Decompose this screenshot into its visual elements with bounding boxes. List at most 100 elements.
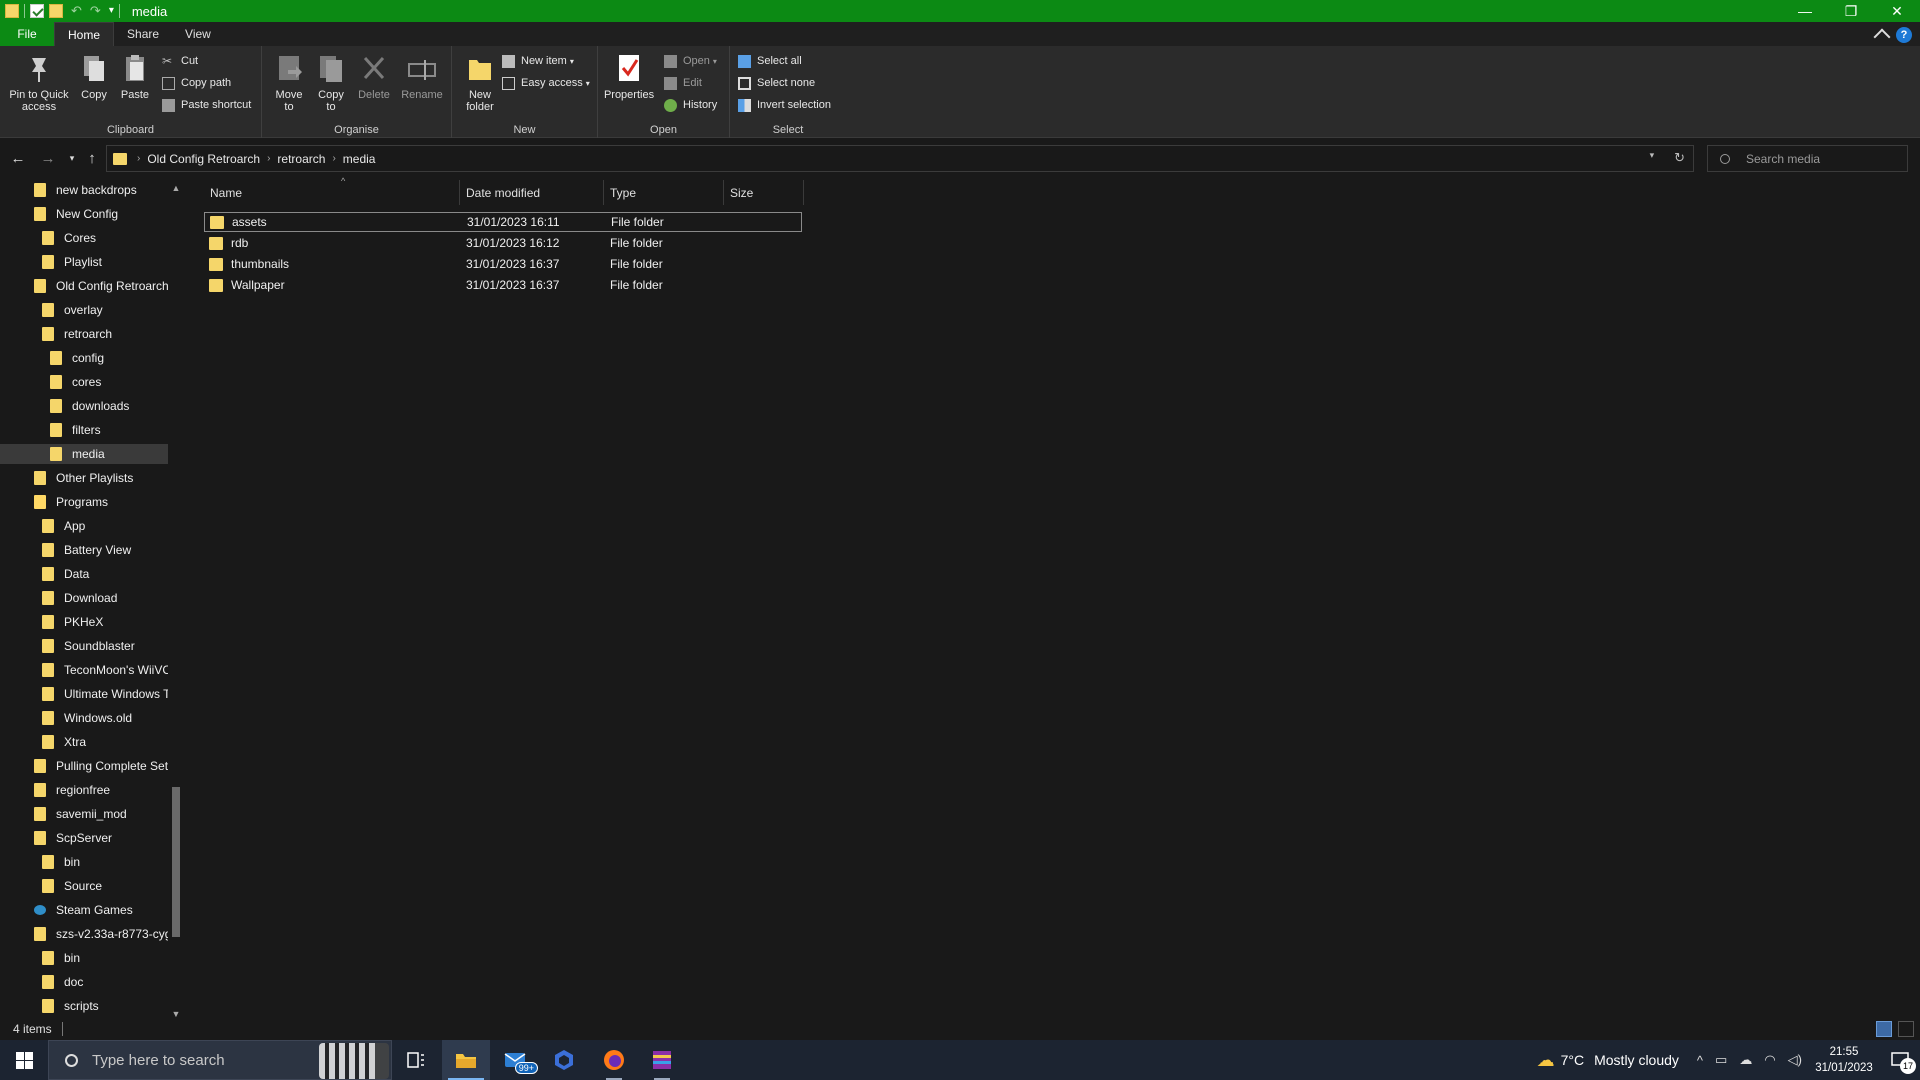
breadcrumb-separator[interactable]: › [133,153,144,164]
sidebar-item[interactable]: bin [0,948,168,968]
sidebar-item[interactable]: Xtra [0,732,168,752]
sidebar-item[interactable]: downloads [0,396,168,416]
large-icons-view-icon[interactable] [1898,1021,1914,1037]
column-size-header[interactable]: Size [724,180,804,205]
clock[interactable]: 21:55 31/01/2023 [1808,1044,1880,1076]
copy-to-button[interactable]: Copy to [314,52,348,113]
sidebar-item[interactable]: App [0,516,168,536]
sidebar-item[interactable]: ScpServer [0,828,168,848]
address-bar[interactable]: › Old Config Retroarch › retroarch › med… [106,145,1694,172]
new-folder-quick-icon[interactable] [49,4,63,18]
tab-view[interactable]: View [172,22,224,46]
sidebar-item[interactable]: retroarch [0,324,168,344]
sidebar-item[interactable]: savemii_mod [0,804,168,824]
sidebar-item[interactable]: Playlist [0,252,168,272]
move-to-button[interactable]: Move to [272,52,306,113]
sidebar-item[interactable]: Windows.old [0,708,168,728]
details-view-icon[interactable] [1876,1021,1892,1037]
tab-file[interactable]: File [0,22,54,46]
sidebar-item[interactable]: Programs [0,492,168,512]
network-icon[interactable]: ◠ [1764,1052,1775,1068]
volume-icon[interactable]: ◁) [1788,1052,1802,1068]
navigation-pane-scrollbar[interactable]: ▲ ▼ [169,183,183,1019]
sidebar-item[interactable]: doc [0,972,168,992]
tab-home[interactable]: Home [54,22,115,46]
forward-arrow-icon[interactable]: → [38,148,58,168]
copy-path-button[interactable]: Copy path [162,74,231,92]
breadcrumb-old-config-retroarch[interactable]: Old Config Retroarch [144,152,263,166]
copy-button[interactable]: Copy [78,52,110,101]
firefox-taskbar-icon[interactable] [590,1040,638,1080]
weather-description[interactable]: Mostly cloudy [1594,1052,1679,1068]
sidebar-item[interactable]: scripts [0,996,168,1016]
history-button[interactable]: History [664,96,717,114]
sidebar-item[interactable]: Data [0,564,168,584]
recent-locations-chevron-icon[interactable]: ▾ [62,148,82,168]
sidebar-item[interactable]: regionfree [0,780,168,800]
cut-button[interactable]: ✂ Cut [162,52,198,70]
action-center-button[interactable]: 17 [1880,1040,1920,1080]
easy-access-button[interactable]: Easy access ▾ [502,74,590,92]
sidebar-item[interactable]: Cores [0,228,168,248]
new-item-button[interactable]: New item ▾ [502,52,574,70]
sidebar-item[interactable]: media [0,444,168,464]
sidebar-item[interactable]: New Config [0,204,168,224]
undo-icon[interactable]: ↶ [71,4,82,18]
up-arrow-icon[interactable]: ↑ [82,148,102,168]
search-box[interactable] [1707,145,1908,172]
sidebar-item[interactable]: overlay [0,300,168,320]
file-row[interactable]: Wallpaper 31/01/2023 16:37 File folder [204,275,802,295]
sidebar-item[interactable]: PKHeX [0,612,168,632]
paste-shortcut-button[interactable]: Paste shortcut [162,96,251,114]
mail-taskbar-icon[interactable]: 99+ [492,1040,540,1080]
sidebar-item[interactable]: Other Playlists [0,468,168,488]
search-input[interactable] [1746,151,1896,166]
start-button[interactable] [0,1040,48,1080]
task-view-icon[interactable] [392,1040,440,1080]
tab-share[interactable]: Share [114,22,172,46]
winrar-taskbar-icon[interactable] [638,1040,686,1080]
sidebar-item[interactable]: Battery View [0,540,168,560]
sidebar-item[interactable]: filters [0,420,168,440]
sidebar-item[interactable]: cores [0,372,168,392]
breadcrumb-separator[interactable]: › [263,153,274,164]
select-all-button[interactable]: Select all [738,52,802,70]
properties-button[interactable]: Properties [604,52,654,101]
sidebar-item[interactable]: Soundblaster [0,636,168,656]
breadcrumb-retroarch[interactable]: retroarch [274,152,328,166]
rename-button[interactable]: Rename [400,52,444,101]
file-row[interactable]: rdb 31/01/2023 16:12 File folder [204,233,802,253]
restore-button[interactable]: ❐ [1828,0,1874,22]
invert-selection-button[interactable]: Invert selection [738,96,831,114]
paste-button[interactable]: Paste [118,52,152,101]
weather-cloud-icon[interactable]: ☁ [1537,1050,1555,1071]
sidebar-item[interactable]: Download [0,588,168,608]
minimize-button[interactable]: — [1782,0,1828,22]
properties-quick-icon[interactable] [30,4,44,18]
open-button[interactable]: Open ▾ [664,52,717,70]
select-none-button[interactable]: Select none [738,74,815,92]
close-button[interactable]: ✕ [1874,0,1920,22]
new-folder-button[interactable]: New folder [460,52,500,113]
scroll-up-icon[interactable]: ▲ [171,183,181,193]
sidebar-item[interactable]: Old Config Retroarch [0,276,168,296]
breadcrumb-media[interactable]: media [340,152,379,166]
sidebar-item[interactable]: bin [0,852,168,872]
customize-quick-access-icon[interactable]: ▾ [109,4,114,18]
sidebar-item[interactable]: new backdrops [0,180,168,200]
redo-icon[interactable]: ↷ [90,4,101,18]
scroll-thumb[interactable] [172,787,180,937]
file-row[interactable]: thumbnails 31/01/2023 16:37 File folder [204,254,802,274]
column-name-header[interactable]: Name ^ [204,176,460,205]
pin-to-quick-access-button[interactable]: Pin to Quick access [6,52,72,113]
delete-button[interactable]: Delete [358,52,390,101]
sidebar-item[interactable]: TeconMoon's WiiVC [0,660,168,680]
weather-temperature[interactable]: 7°C [1561,1052,1585,1068]
onedrive-icon[interactable]: ☁ [1739,1052,1752,1068]
taskbar-search[interactable]: Type here to search [48,1040,392,1080]
sidebar-item[interactable]: szs-v2.33a-r8773-cygw [0,924,168,944]
sidebar-item[interactable]: config [0,348,168,368]
column-date-header[interactable]: Date modified [460,180,604,205]
battery-icon[interactable]: ▭ [1715,1052,1727,1068]
breadcrumb-separator[interactable]: › [328,153,339,164]
